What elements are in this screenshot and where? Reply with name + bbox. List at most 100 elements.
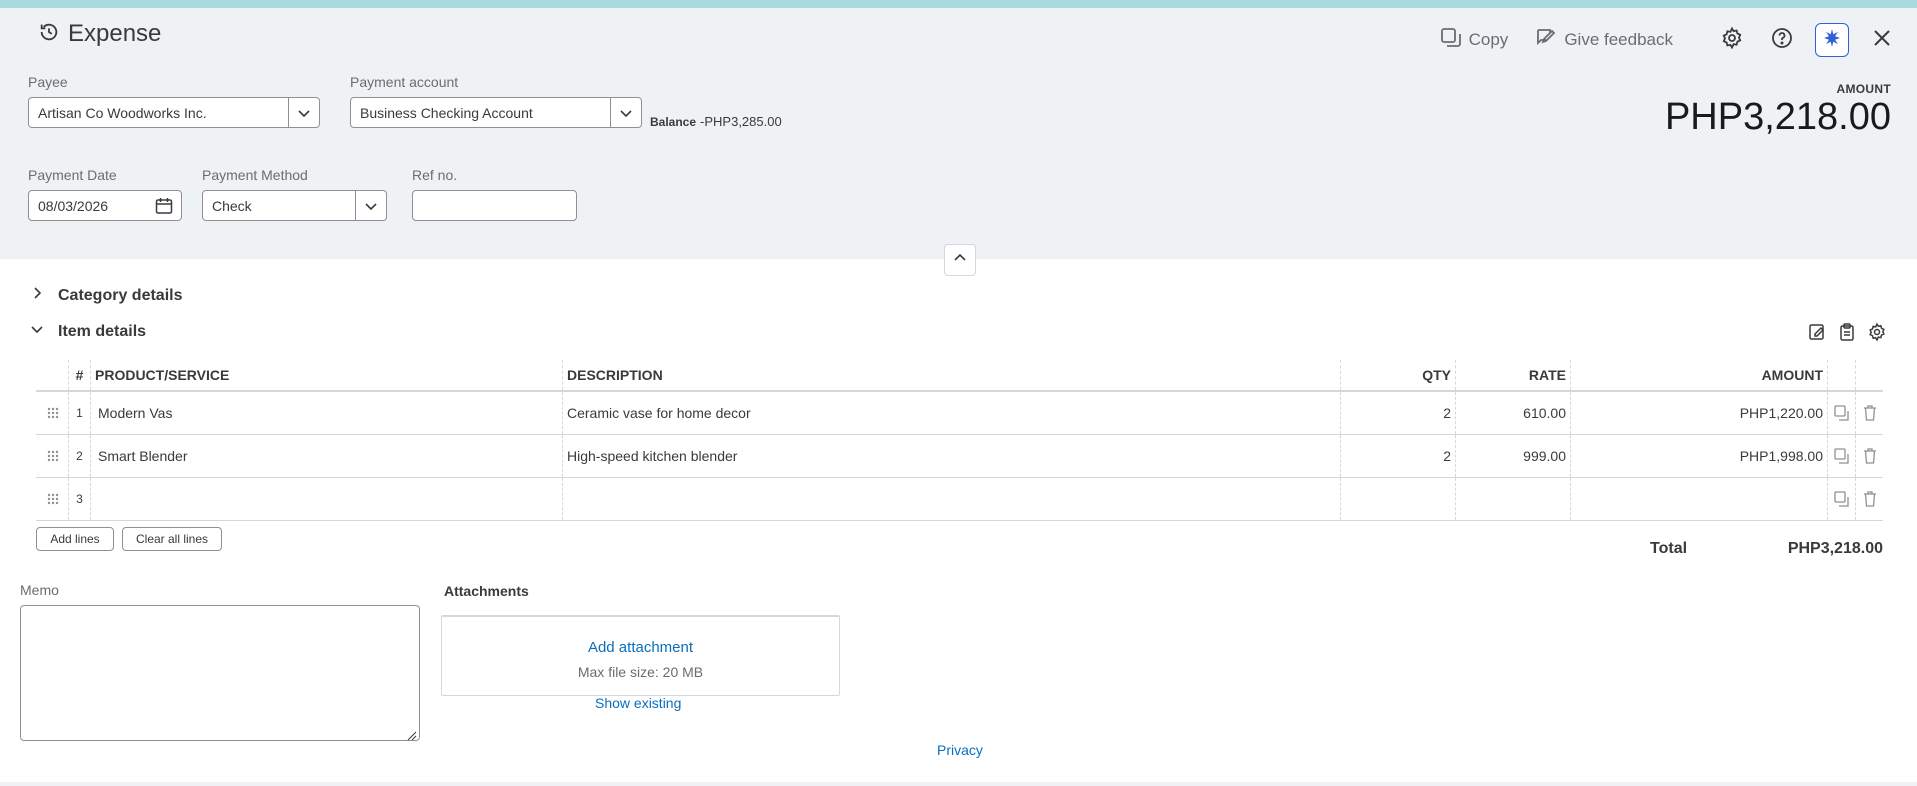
settings-button[interactable] [1715, 23, 1749, 57]
memo-textarea[interactable] [20, 605, 420, 741]
category-details-toggle[interactable]: Category details [30, 286, 182, 305]
row-description[interactable]: High-speed kitchen blender [562, 435, 1340, 477]
top-accent-strip [0, 0, 1917, 8]
footer-strip [0, 782, 1917, 786]
ref-no-input[interactable] [412, 190, 577, 221]
duplicate-icon[interactable] [1827, 392, 1855, 434]
table-header-row: # PRODUCT/SERVICE DESCRIPTION QTY RATE A… [36, 360, 1883, 392]
chevron-down-icon[interactable] [296, 105, 312, 121]
edit-icon[interactable] [1807, 322, 1827, 347]
row-description[interactable] [562, 478, 1340, 520]
row-qty[interactable]: 2 [1340, 435, 1455, 477]
balance-value: -PHP3,285.00 [700, 114, 782, 129]
page-title: Expense [68, 20, 162, 47]
row-rate[interactable]: 999.00 [1455, 435, 1570, 477]
copy-icon [1439, 26, 1463, 55]
drag-handle-icon[interactable] [36, 435, 68, 477]
payment-date-input[interactable]: 08/03/2026 [28, 190, 182, 221]
row-product[interactable] [90, 478, 562, 520]
duplicate-icon[interactable] [1827, 478, 1855, 520]
table-row[interactable]: 2 Smart Blender High-speed kitchen blend… [36, 435, 1883, 478]
row-amount[interactable]: PHP1,998.00 [1570, 435, 1827, 477]
row-rate[interactable] [1455, 478, 1570, 520]
payee-select[interactable]: Artisan Co Woodworks Inc. [28, 97, 320, 128]
col-actions-1 [1827, 360, 1855, 390]
drag-handle-icon[interactable] [36, 478, 68, 520]
show-existing-link[interactable]: Show existing [595, 695, 681, 711]
row-num: 3 [68, 478, 90, 520]
history-icon[interactable] [38, 21, 60, 48]
row-description[interactable]: Ceramic vase for home decor [562, 392, 1340, 434]
payment-account-value: Business Checking Account [360, 104, 533, 121]
copy-button[interactable]: Copy [1439, 26, 1508, 55]
resize-handle-icon[interactable] [407, 728, 417, 741]
payment-date-value: 08/03/2026 [38, 197, 109, 214]
col-num: # [68, 360, 90, 390]
select-divider [610, 98, 611, 127]
duplicate-icon[interactable] [1827, 435, 1855, 477]
title-area: Expense [38, 20, 161, 48]
chevron-down-icon[interactable] [363, 198, 379, 214]
header-actions: Copy Give feedback [1439, 20, 1899, 60]
row-product[interactable]: Smart Blender [90, 435, 562, 477]
payment-account-label: Payment account [350, 74, 459, 90]
col-product: PRODUCT/SERVICE [90, 360, 562, 390]
feedback-label: Give feedback [1564, 30, 1673, 49]
attachments-label: Attachments [444, 583, 529, 599]
chevron-right-icon [30, 286, 44, 305]
expense-header: Expense Copy Give feedback Payee Artisan… [0, 8, 1917, 259]
row-amount[interactable] [1570, 478, 1827, 520]
col-description: DESCRIPTION [562, 360, 1340, 390]
help-icon [1770, 26, 1794, 55]
payment-date-label: Payment Date [28, 167, 117, 183]
trash-icon[interactable] [1855, 392, 1883, 434]
row-product[interactable]: Modern Vas [90, 392, 562, 434]
gear-icon [1720, 26, 1744, 55]
memo-label: Memo [20, 582, 59, 598]
payee-label: Payee [28, 74, 68, 90]
close-icon [1870, 26, 1894, 55]
clear-all-lines-button[interactable]: Clear all lines [122, 527, 222, 551]
trash-icon[interactable] [1855, 435, 1883, 477]
add-attachment-link[interactable]: Add attachment [442, 639, 839, 656]
close-button[interactable] [1865, 23, 1899, 57]
category-details-label: Category details [58, 286, 183, 304]
add-lines-button[interactable]: Add lines [36, 527, 114, 551]
row-qty[interactable]: 2 [1340, 392, 1455, 434]
privacy-link[interactable]: Privacy [937, 742, 983, 758]
calendar-icon[interactable] [154, 196, 174, 216]
table-tools [1807, 322, 1887, 347]
drag-handle-icon[interactable] [36, 392, 68, 434]
item-details-table: # PRODUCT/SERVICE DESCRIPTION QTY RATE A… [36, 360, 1883, 521]
select-divider [288, 98, 289, 127]
payment-account-select[interactable]: Business Checking Account [350, 97, 642, 128]
row-rate[interactable]: 610.00 [1455, 392, 1570, 434]
give-feedback-button[interactable]: Give feedback [1534, 26, 1673, 55]
row-qty[interactable] [1340, 478, 1455, 520]
row-num: 1 [68, 392, 90, 434]
col-amount: AMOUNT [1570, 360, 1827, 390]
total-value: PHP3,218.00 [1787, 540, 1883, 557]
table-row[interactable]: 3 [36, 478, 1883, 521]
table-row[interactable]: 1 Modern Vas Ceramic vase for home decor… [36, 392, 1883, 435]
chevron-down-icon[interactable] [618, 105, 634, 121]
paste-icon[interactable] [1837, 322, 1857, 347]
balance-label: Balance [650, 115, 697, 129]
amount-total: PHP3,218.00 [1664, 96, 1891, 138]
ref-no-label: Ref no. [412, 167, 458, 183]
ai-assistant-button[interactable] [1815, 23, 1849, 57]
item-details-toggle[interactable]: Item details [30, 322, 146, 341]
total-label: Total [1650, 540, 1688, 557]
collapse-header-button[interactable] [944, 244, 976, 276]
balance-display: Balance -PHP3,285.00 [650, 114, 782, 129]
row-amount[interactable]: PHP1,220.00 [1570, 392, 1827, 434]
payment-method-label: Payment Method [202, 167, 308, 183]
payment-method-select[interactable]: Check [202, 190, 387, 221]
attachment-dropzone[interactable]: Add attachment Max file size: 20 MB [441, 615, 840, 696]
chevron-up-icon [952, 250, 968, 271]
help-button[interactable] [1765, 23, 1799, 57]
col-qty: QTY [1340, 360, 1455, 390]
row-num: 2 [68, 435, 90, 477]
trash-icon[interactable] [1855, 478, 1883, 520]
gear-icon[interactable] [1867, 322, 1887, 347]
